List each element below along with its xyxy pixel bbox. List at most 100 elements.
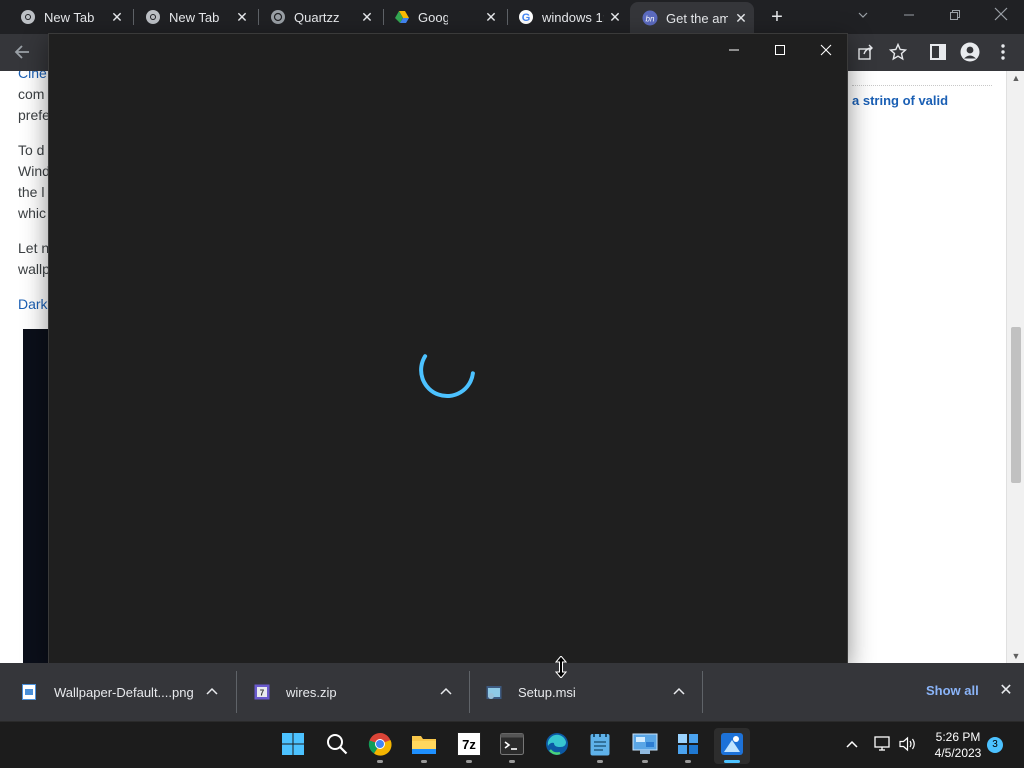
profile-avatar-icon[interactable] bbox=[960, 42, 980, 62]
globe-icon bbox=[270, 9, 286, 25]
running-indicator bbox=[509, 760, 515, 763]
chrome-icon bbox=[145, 9, 161, 25]
loading-spinner-icon bbox=[419, 354, 475, 399]
bookmark-star-icon[interactable] bbox=[888, 42, 908, 62]
tab-quartzz[interactable]: Quartzz ✕ bbox=[250, 4, 380, 30]
minimize-icon[interactable] bbox=[892, 4, 926, 28]
taskbar: 7z 5:26 PM 4/5/2023 3 bbox=[0, 721, 1024, 768]
scroll-down-icon[interactable]: ▼ bbox=[1007, 649, 1024, 663]
close-downloads-bar-icon[interactable]: ✕ bbox=[996, 681, 1016, 701]
taskbar-app-control-panel[interactable] bbox=[627, 728, 663, 764]
svg-text:7z: 7z bbox=[462, 737, 476, 752]
article-link[interactable]: Cine bbox=[18, 71, 47, 84]
article-text: wallp bbox=[18, 261, 50, 277]
search-icon bbox=[326, 733, 348, 760]
article-text: com bbox=[18, 86, 45, 102]
article-link[interactable]: Dark bbox=[18, 294, 48, 315]
clock-date: 4/5/2023 bbox=[934, 746, 982, 760]
restore-icon[interactable] bbox=[938, 4, 972, 28]
download-item[interactable]: Wallpaper-Default....png bbox=[22, 663, 194, 721]
download-options-chevron-icon[interactable] bbox=[204, 683, 220, 699]
downloads-bar: Wallpaper-Default....png 7 wires.zip Set… bbox=[0, 663, 1024, 721]
tab-new-tab-2[interactable]: New Tab ✕ bbox=[125, 4, 255, 30]
google-icon: G bbox=[518, 9, 534, 25]
svg-text:7: 7 bbox=[260, 689, 265, 698]
tab-title: Get the am bbox=[666, 10, 728, 26]
download-filename: Setup.msi bbox=[518, 684, 576, 700]
folder-icon bbox=[411, 733, 437, 760]
running-indicator bbox=[421, 760, 427, 763]
clock-time: 5:26 PM bbox=[935, 730, 981, 744]
taskbar-app-notepad[interactable] bbox=[582, 728, 618, 764]
close-tab-icon[interactable]: ✕ bbox=[732, 9, 750, 27]
download-options-chevron-icon[interactable] bbox=[671, 683, 687, 699]
tab-new-tab-1[interactable]: New Tab ✕ bbox=[0, 4, 130, 30]
app-close-icon[interactable] bbox=[803, 34, 849, 66]
tab-title: New Tab bbox=[169, 9, 220, 25]
running-indicator bbox=[685, 760, 691, 763]
close-tab-icon[interactable]: ✕ bbox=[108, 8, 126, 26]
installer-file-icon bbox=[486, 684, 502, 700]
close-tab-icon[interactable]: ✕ bbox=[606, 8, 624, 26]
screen: New Tab ✕ New Tab ✕ Quartzz ✕ Google Dri bbox=[0, 0, 1024, 768]
active-indicator bbox=[724, 760, 740, 763]
article-text: Wind bbox=[18, 163, 50, 179]
taskbar-app-installer[interactable] bbox=[670, 728, 706, 764]
chrome-icon bbox=[368, 732, 392, 761]
tab-get-the-am[interactable]: bn Get the am ✕ bbox=[630, 2, 754, 34]
taskbar-app-7zip[interactable]: 7z bbox=[451, 728, 487, 764]
divider bbox=[852, 85, 992, 86]
show-all-downloads-link[interactable]: Show all bbox=[926, 683, 979, 698]
notepad-icon bbox=[590, 732, 610, 761]
tab-title: New Tab bbox=[44, 9, 95, 25]
google-drive-icon bbox=[394, 9, 410, 25]
volume-icon[interactable] bbox=[898, 734, 918, 754]
snipping-tool-icon bbox=[720, 732, 744, 761]
close-window-icon[interactable] bbox=[984, 4, 1018, 28]
start-button[interactable] bbox=[275, 728, 311, 764]
show-hidden-icons-chevron-icon[interactable] bbox=[842, 734, 862, 754]
tab-title: Google Dri bbox=[418, 9, 448, 25]
article-text: whic bbox=[18, 205, 47, 221]
scroll-up-icon[interactable]: ▲ bbox=[1007, 71, 1024, 85]
network-icon[interactable] bbox=[873, 734, 893, 754]
zip-file-icon: 7 bbox=[254, 684, 270, 700]
notification-count-badge[interactable]: 3 bbox=[987, 737, 1003, 753]
image-file-icon bbox=[22, 684, 38, 700]
tab-google-drive[interactable]: Google Dri ✕ bbox=[374, 4, 504, 30]
control-panel-icon bbox=[632, 733, 658, 760]
download-item[interactable]: 7 wires.zip bbox=[254, 663, 337, 721]
new-tab-button[interactable]: + bbox=[766, 7, 788, 29]
taskbar-app-chrome[interactable] bbox=[362, 728, 398, 764]
tab-title: windows 1: bbox=[542, 9, 604, 25]
taskbar-app-file-explorer[interactable] bbox=[406, 728, 442, 764]
scrollbar-thumb[interactable] bbox=[1011, 327, 1021, 483]
windows-logo-icon bbox=[281, 732, 305, 761]
share-icon[interactable] bbox=[856, 42, 876, 62]
page-scrollbar[interactable]: ▲ ▼ bbox=[1006, 71, 1024, 663]
back-arrow-icon[interactable] bbox=[12, 42, 32, 62]
app-window[interactable] bbox=[48, 33, 848, 665]
running-indicator bbox=[466, 760, 472, 763]
menu-kebab-icon[interactable] bbox=[993, 42, 1013, 62]
taskbar-clock[interactable]: 5:26 PM 4/5/2023 bbox=[928, 729, 988, 761]
app-maximize-icon[interactable] bbox=[757, 34, 803, 66]
taskbar-search-button[interactable] bbox=[319, 728, 355, 764]
close-tab-icon[interactable]: ✕ bbox=[233, 8, 251, 26]
app-installer-icon bbox=[677, 733, 699, 760]
tab-search-chevron-icon[interactable] bbox=[846, 4, 880, 28]
taskbar-app-terminal[interactable] bbox=[494, 728, 530, 764]
side-panel-icon[interactable] bbox=[928, 42, 948, 62]
running-indicator bbox=[377, 760, 383, 763]
article-text: Let n bbox=[18, 240, 50, 256]
taskbar-app-snipping-tool[interactable] bbox=[714, 728, 750, 764]
taskbar-app-edge[interactable] bbox=[539, 728, 575, 764]
article-text: prefe bbox=[18, 107, 50, 123]
tab-windows-search[interactable]: G windows 1: ✕ bbox=[498, 4, 628, 30]
site-favicon-icon: bn bbox=[642, 10, 658, 26]
app-minimize-icon[interactable] bbox=[711, 34, 757, 66]
download-options-chevron-icon[interactable] bbox=[438, 683, 454, 699]
download-filename: wires.zip bbox=[286, 684, 337, 700]
svg-text:G: G bbox=[522, 12, 531, 24]
sidebar-snippet-text[interactable]: a string of valid bbox=[852, 93, 948, 108]
